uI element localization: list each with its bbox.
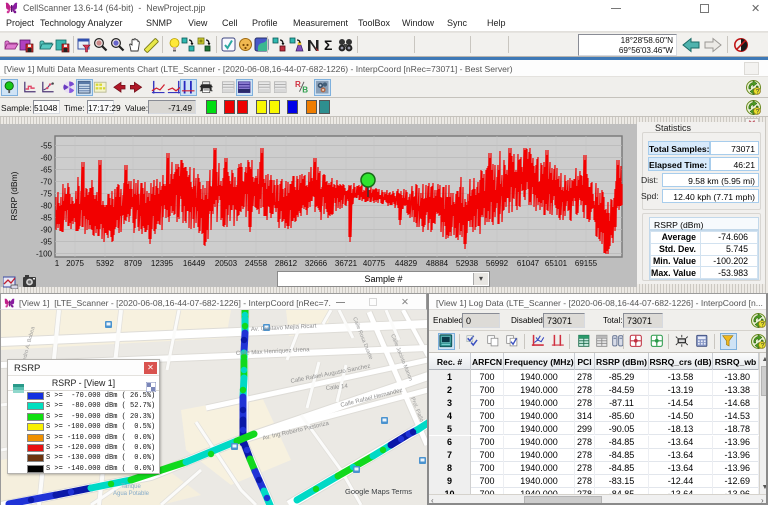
svg-text:5392: 5392	[96, 259, 114, 268]
svg-text:52938: 52938	[456, 259, 479, 268]
svg-text:16449: 16449	[183, 259, 206, 268]
svg-text:48884: 48884	[426, 259, 449, 268]
svg-text:-80: -80	[40, 202, 52, 211]
svg-text:B: B	[302, 86, 308, 95]
svg-text:32666: 32666	[305, 259, 328, 268]
svg-text:?: ?	[756, 108, 760, 115]
svg-text:-85: -85	[40, 214, 52, 223]
svg-text:?: ?	[761, 342, 765, 349]
svg-text:12395: 12395	[151, 259, 174, 268]
svg-text:61047: 61047	[517, 259, 540, 268]
svg-text:44829: 44829	[395, 259, 418, 268]
svg-text:36721: 36721	[335, 259, 358, 268]
svg-text:?: ?	[761, 321, 765, 328]
svg-text:Σ: Σ	[324, 37, 332, 53]
svg-text:R: R	[295, 80, 301, 89]
svg-text:-95: -95	[40, 238, 52, 247]
svg-text:Calle 14: Calle 14	[326, 384, 349, 392]
svg-text:-70: -70	[40, 178, 52, 187]
svg-text:56992: 56992	[486, 259, 509, 268]
svg-text:-55: -55	[40, 142, 52, 151]
svg-text:-65: -65	[40, 166, 52, 175]
svg-text:Google Maps Terms: Google Maps Terms	[345, 487, 412, 496]
svg-text:8709: 8709	[124, 259, 142, 268]
svg-text:65101: 65101	[545, 259, 568, 268]
svg-text:28612: 28612	[275, 259, 298, 268]
svg-text:Tanque: Tanque	[121, 484, 141, 490]
svg-text:?: ?	[756, 88, 760, 95]
svg-text:2075: 2075	[66, 259, 84, 268]
svg-text:-100: -100	[36, 250, 53, 259]
svg-text:24558: 24558	[245, 259, 268, 268]
svg-text:-90: -90	[40, 226, 52, 235]
svg-text:-75: -75	[40, 190, 52, 199]
svg-text:Agua Potable: Agua Potable	[113, 491, 150, 497]
svg-text:RSRP (dBm): RSRP (dBm)	[9, 171, 19, 220]
svg-text:40775: 40775	[363, 259, 386, 268]
svg-text:20503: 20503	[215, 259, 238, 268]
svg-text:-60: -60	[40, 154, 52, 163]
svg-text:69155: 69155	[575, 259, 598, 268]
svg-text:1: 1	[55, 259, 60, 268]
